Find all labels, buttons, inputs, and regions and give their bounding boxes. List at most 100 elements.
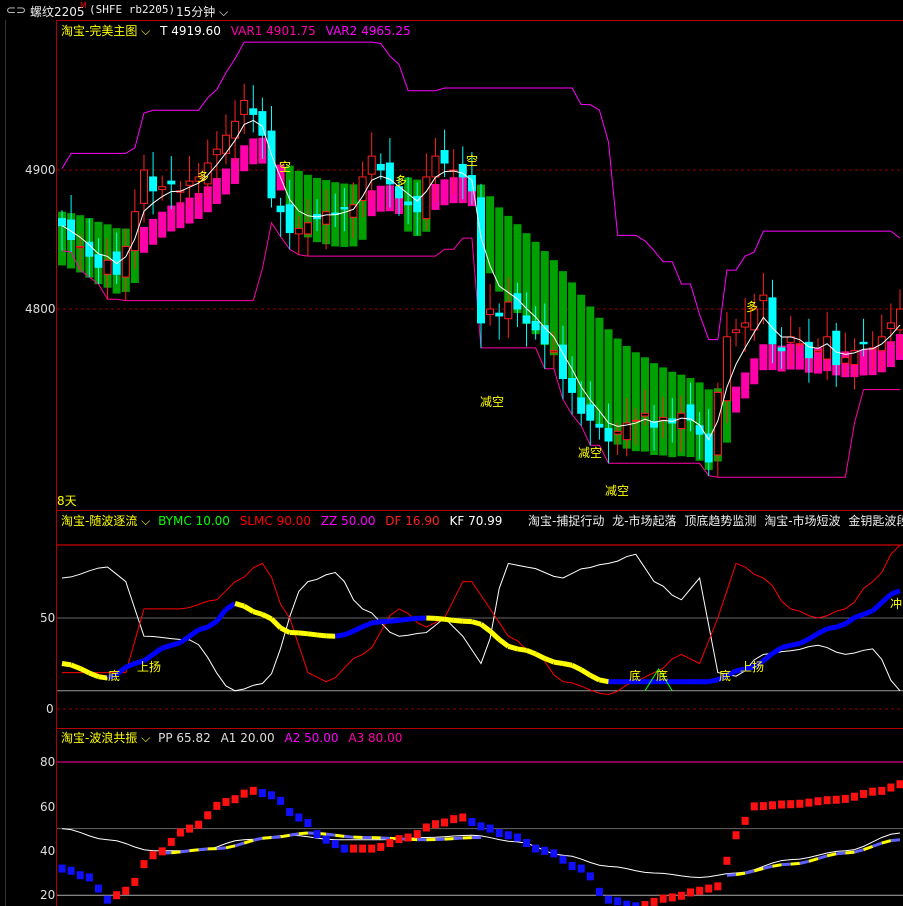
pp-mark [122, 886, 130, 895]
candle-down [704, 433, 713, 463]
slmc-value: 90.00 [276, 514, 311, 528]
trend-ribbon-bar [759, 344, 768, 371]
indicator-link[interactable]: 顶底趋势监测 [684, 514, 756, 528]
slmc-label: SLMC [239, 514, 273, 528]
pp-mark [176, 828, 184, 837]
indicator-link[interactable]: 淘宝-市场短波 [764, 514, 840, 528]
a3-value: 80.00 [367, 731, 403, 745]
trend-segment [479, 622, 492, 634]
candle-down [267, 130, 276, 199]
signal-kong: 空 [466, 154, 479, 168]
pp-mark [231, 795, 239, 804]
pp-mark [167, 837, 175, 846]
trend-segment [334, 632, 345, 639]
wave-panel-header: 淘宝-波浪共振 ⌵ PP 65.82 A1 20.00 A2 50.00 A3 … [61, 729, 402, 746]
main-panel-header: 淘宝-完美主图 ⌵ T 4919.60 VAR1 4901.75 VAR2 49… [61, 22, 411, 39]
indicator-link[interactable]: 金钥匙波段 [848, 514, 903, 528]
pp-mark [422, 823, 430, 832]
wave-trend-segment [872, 841, 883, 848]
trend-segment [843, 615, 856, 626]
candle-down [340, 207, 349, 210]
pp-mark [195, 820, 203, 829]
trend-segment [562, 661, 573, 668]
candle-up [886, 322, 895, 329]
indicator-link[interactable]: 淘宝-捕捉行动 [528, 514, 604, 528]
pp-value: 65.82 [176, 731, 211, 745]
pp-mark [659, 894, 667, 903]
a3-label: A3 [348, 731, 365, 745]
pp-mark [860, 789, 868, 798]
pp-mark [331, 840, 339, 849]
indicator-link[interactable]: 龙-市场起落 [612, 514, 676, 528]
wave-trend-segment [262, 835, 272, 840]
osc-indicator-selector[interactable]: 淘宝-随波逐流 ⌵ [61, 514, 150, 528]
wave-trend-segment [799, 859, 810, 865]
candle-down [558, 344, 567, 380]
trend-segment [771, 645, 783, 656]
pp-mark [787, 800, 795, 809]
trend-ribbon-bar [376, 185, 385, 212]
trend-segment [870, 600, 884, 613]
pp-mark [459, 813, 467, 822]
wave-trend-segment [817, 854, 828, 861]
candle-down [276, 205, 285, 213]
pp-mark [85, 873, 93, 882]
trend-segment [389, 617, 400, 624]
wave-trend-segment [772, 863, 782, 868]
pp-mark [240, 789, 248, 798]
wave-trend-segment [863, 844, 874, 852]
wave-trend-segment [325, 832, 336, 837]
trend-segment [807, 631, 820, 642]
pp-mark [340, 844, 348, 853]
days-label: 8天 [57, 494, 77, 508]
trend-segment [507, 643, 519, 652]
pp-mark [896, 780, 903, 789]
pp-mark [650, 897, 658, 906]
pp-mark [104, 895, 112, 904]
main-indicator-selector[interactable]: 淘宝-完美主图 ⌵ [61, 24, 150, 38]
df-line [62, 544, 901, 695]
trend-segment [307, 631, 318, 638]
candle-down [777, 347, 786, 352]
pp-mark [541, 846, 549, 855]
signal-jiankong: 减空 [578, 446, 603, 460]
a2-label: A2 [284, 731, 301, 745]
wave-y-tick-40: 40 [40, 844, 56, 858]
wave-trend-segment [180, 849, 190, 854]
wave-trend-segment [216, 846, 227, 851]
trend-ribbon-bar [158, 211, 167, 238]
trend-segment [835, 621, 847, 630]
pp-mark [404, 833, 412, 842]
pp-mark [878, 786, 886, 795]
candle-down [58, 218, 66, 227]
wave-trend-segment [344, 834, 354, 839]
signal-shangyang: 上扬 [137, 660, 162, 674]
candle-down [768, 297, 777, 345]
zz-label: ZZ [320, 514, 338, 528]
wave-indicator-selector[interactable]: 淘宝-波浪共振 ⌵ [61, 731, 150, 745]
chevron-down-icon: ⌵ [137, 24, 151, 38]
pp-mark [623, 900, 631, 906]
signal-duo: 多 [746, 300, 759, 314]
signal-jiankong: 减空 [480, 395, 505, 409]
wave-trend-segment [225, 844, 236, 850]
pp-mark [441, 818, 449, 827]
pp-mark [687, 888, 694, 897]
trend-segment [570, 663, 583, 673]
pp-mark [523, 839, 531, 848]
pp-mark [814, 797, 822, 806]
trend-segment [124, 661, 136, 670]
pp-mark [377, 842, 385, 851]
pp-mark [568, 861, 576, 870]
wave-trend-segment [335, 833, 345, 838]
a1-value: 20.00 [240, 731, 275, 745]
candle-up [367, 155, 376, 175]
candle-up [549, 350, 558, 353]
pp-mark [750, 802, 758, 811]
candle-down [568, 378, 577, 393]
chart-canvas[interactable] [0, 0, 903, 906]
trend-ribbon-bar [249, 138, 258, 165]
pp-mark [805, 798, 813, 807]
pp-mark [186, 824, 194, 833]
wave-trend-segment [234, 841, 245, 848]
